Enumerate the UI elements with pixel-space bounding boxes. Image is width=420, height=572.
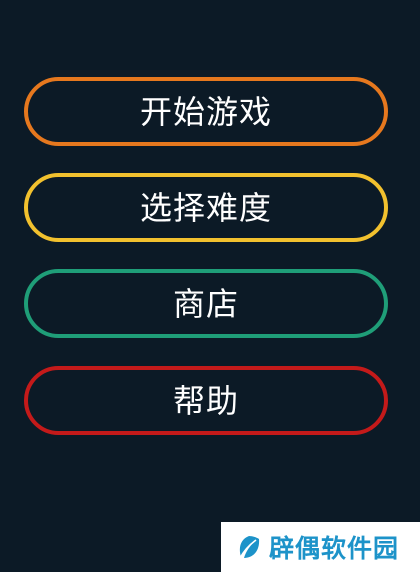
start-game-button[interactable]: 开始游戏	[24, 77, 388, 146]
leaf-logo-icon	[239, 536, 260, 559]
start-game-label: 开始游戏	[139, 92, 272, 131]
help-button[interactable]: 帮助	[24, 366, 388, 435]
help-label: 帮助	[172, 381, 239, 420]
watermark-text: 辟偶软件园	[269, 534, 400, 563]
select-difficulty-label: 选择难度	[139, 188, 272, 227]
shop-button[interactable]: 商店	[24, 269, 388, 338]
main-menu: 开始游戏 选择难度 商店 帮助	[0, 0, 420, 572]
shop-label: 商店	[172, 284, 239, 323]
watermark: 辟偶软件园	[221, 522, 420, 572]
select-difficulty-button[interactable]: 选择难度	[24, 173, 388, 242]
